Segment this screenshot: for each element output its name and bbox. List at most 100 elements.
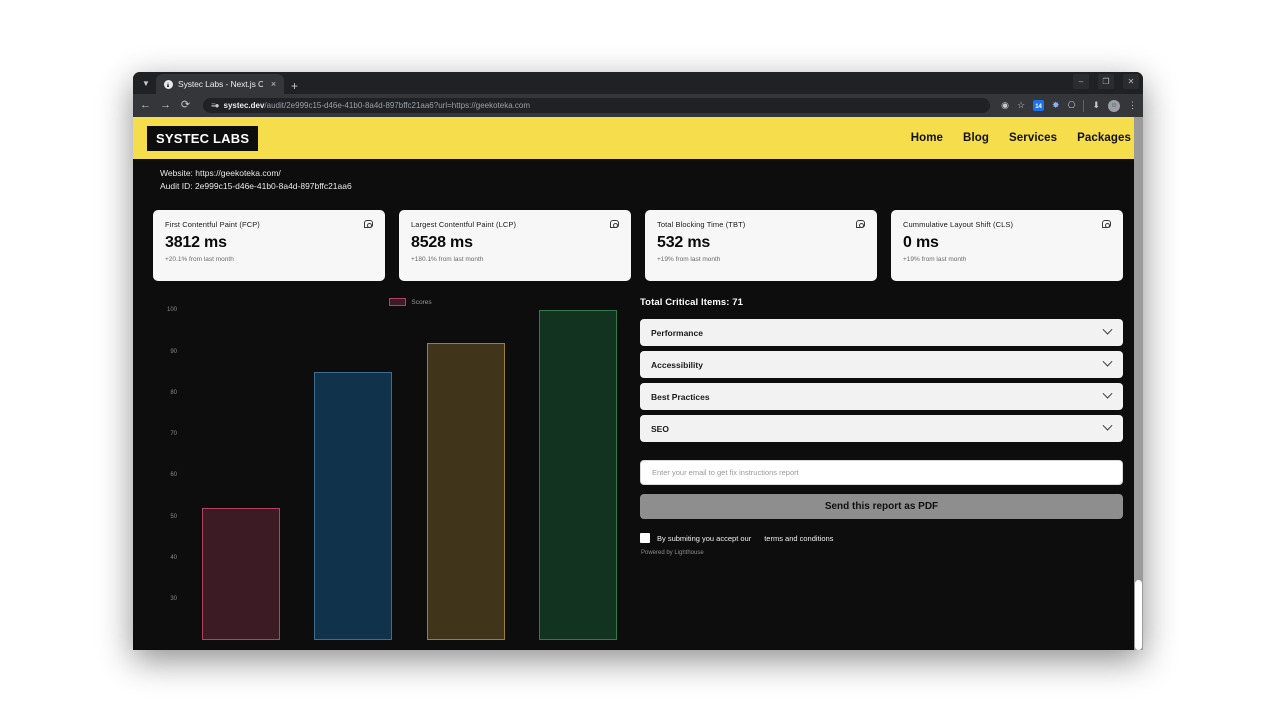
- accordion-best-practices[interactable]: Best Practices: [639, 383, 1123, 411]
- metric-delta: +19% from last month: [657, 256, 721, 264]
- forward-button[interactable]: →: [159, 100, 172, 111]
- nav-link-services[interactable]: Services: [1009, 132, 1057, 144]
- tab-strip: ▼ Systec Labs - Next.js Cus × + – ❐ ✕: [133, 72, 1143, 94]
- y-axis-tick: 100: [166, 307, 177, 314]
- chart-plot-area: 100 90 80 70 60 50 40 30: [147, 307, 634, 641]
- metric-card-tbt: Total Blocking Time (TBT) 532 ms +19% fr…: [645, 210, 877, 282]
- info-tooltip-icon[interactable]: [364, 220, 373, 229]
- metric-label: First Contentful Paint (FCP): [165, 220, 260, 230]
- tab-search-chevron-icon[interactable]: ▼: [136, 74, 156, 92]
- terms-and-conditions-link[interactable]: terms and conditions: [764, 534, 833, 543]
- y-axis-tick: 90: [170, 348, 177, 355]
- metric-label: Total Blocking Time (TBT): [657, 220, 746, 230]
- accordion-label: SEO: [650, 423, 669, 434]
- download-icon[interactable]: ⬇: [1092, 101, 1100, 110]
- toolbar-divider: [1083, 99, 1085, 112]
- profile-avatar-icon[interactable]: ☺: [1108, 99, 1120, 112]
- url-domain: systec.dev: [223, 101, 265, 110]
- send-report-pdf-button[interactable]: Send this report as PDF: [639, 494, 1123, 520]
- page-viewport: SYSTEC LABS Home Blog Services Packages …: [133, 117, 1143, 650]
- browser-tab[interactable]: Systec Labs - Next.js Cus ×: [156, 74, 284, 94]
- chevron-down-icon: [1102, 357, 1113, 367]
- chart-bars: [185, 310, 634, 641]
- browser-window: ▼ Systec Labs - Next.js Cus × + – ❐ ✕ ← …: [133, 72, 1143, 650]
- email-input[interactable]: [639, 460, 1123, 486]
- split-screen-icon[interactable]: ⎔: [1068, 101, 1076, 110]
- browser-toolbar: ← → ⟳ ≡● systec.dev/audit/2e999c15-d46e-…: [133, 94, 1143, 117]
- chart-bar[interactable]: [538, 310, 617, 641]
- tab-favicon-icon: [164, 79, 173, 89]
- metric-label: Cummulative Layout Shift (CLS): [903, 220, 1014, 230]
- metric-card-cls: Cummulative Layout Shift (CLS) 0 ms +19%…: [891, 210, 1123, 282]
- metric-cards: First Contentful Paint (FCP) 3812 ms +20…: [133, 193, 1143, 282]
- accordion-seo[interactable]: SEO: [639, 415, 1123, 443]
- accordion-label: Performance: [650, 327, 703, 338]
- chevron-down-icon: [1102, 389, 1113, 399]
- scores-bar-chart: Scores 100 90 80 70 60 50 40 30: [147, 295, 634, 641]
- metric-label: Largest Contentful Paint (LCP): [411, 220, 517, 230]
- metric-delta: +20.1% from last month: [165, 256, 234, 264]
- site-header: SYSTEC LABS Home Blog Services Packages: [133, 117, 1143, 159]
- address-bar[interactable]: ≡● systec.dev/audit/2e999c15-d46e-41b0-8…: [203, 98, 991, 113]
- site-settings-icon[interactable]: ≡●: [211, 101, 219, 110]
- audit-id-text: Audit ID: 2e999c15-d46e-41b0-8a4d-897bff…: [160, 181, 352, 192]
- chart-bar[interactable]: [314, 372, 393, 641]
- maximize-button[interactable]: ❐: [1098, 74, 1114, 89]
- main-content: Scores 100 90 80 70 60 50 40 30 Total Critical …: [133, 281, 1143, 641]
- url-path: /audit/2e999c15-d46e-41b0-8a4d-897bffc21…: [264, 101, 531, 110]
- window-controls: – ❐ ✕: [1073, 74, 1139, 89]
- metric-delta: +19% from last month: [903, 256, 967, 264]
- eye-off-icon[interactable]: ◉: [1001, 101, 1009, 110]
- nav-link-home[interactable]: Home: [911, 132, 943, 144]
- y-axis-tick: 60: [170, 472, 177, 479]
- info-tooltip-icon[interactable]: [610, 220, 619, 229]
- y-axis-tick: 70: [170, 431, 177, 438]
- metric-value: 8528 ms: [411, 234, 473, 252]
- website-url-text: Website: https://geekoteka.com/: [160, 168, 281, 178]
- bookmark-star-icon[interactable]: ☆: [1017, 101, 1025, 110]
- nav-link-blog[interactable]: Blog: [963, 132, 989, 144]
- chart-bar[interactable]: [426, 343, 505, 641]
- metric-value: 0 ms: [903, 234, 939, 252]
- back-button[interactable]: ←: [139, 100, 152, 111]
- metric-value: 3812 ms: [165, 234, 227, 252]
- accordion-label: Accessibility: [650, 359, 703, 370]
- tab-title: Systec Labs - Next.js Cus: [178, 79, 263, 89]
- calendar-extension-icon[interactable]: 14: [1033, 100, 1045, 111]
- y-axis-tick: 30: [170, 596, 177, 603]
- legend-swatch-scores: [389, 298, 407, 307]
- accordion-accessibility[interactable]: Accessibility: [639, 351, 1123, 379]
- site-logo[interactable]: SYSTEC LABS: [147, 125, 259, 151]
- tab-close-icon[interactable]: ×: [268, 79, 279, 89]
- page-scrollbar[interactable]: [1134, 117, 1143, 650]
- chevron-down-icon: [1102, 325, 1113, 335]
- chevron-down-icon: [1102, 421, 1113, 431]
- close-window-button[interactable]: ✕: [1123, 74, 1139, 89]
- y-axis-tick: 40: [170, 554, 177, 561]
- legend-label-scores: Scores: [411, 298, 432, 306]
- metric-card-fcp: First Contentful Paint (FCP) 3812 ms +20…: [153, 210, 385, 282]
- reload-button[interactable]: ⟳: [179, 100, 192, 111]
- terms-checkbox[interactable]: [639, 533, 650, 544]
- metric-card-lcp: Largest Contentful Paint (LCP) 8528 ms +…: [399, 210, 631, 282]
- audit-meta: Website: https://geekoteka.com/ Audit ID…: [133, 159, 1143, 193]
- total-critical-items: Total Critical Items: 71: [639, 297, 744, 309]
- new-tab-button[interactable]: +: [291, 80, 298, 92]
- chart-y-axis: 100 90 80 70 60 50 40 30: [147, 307, 181, 640]
- accordion-label: Best Practices: [650, 391, 710, 402]
- site-navigation: Home Blog Services Packages: [911, 132, 1131, 144]
- chart-legend: Scores: [187, 295, 634, 309]
- terms-text: By submiting you accept our: [656, 533, 752, 543]
- accordion-performance[interactable]: Performance: [639, 319, 1123, 347]
- minimize-button[interactable]: –: [1073, 74, 1089, 89]
- nav-link-packages[interactable]: Packages: [1077, 132, 1131, 144]
- chrome-menu-icon[interactable]: ⋮: [1128, 101, 1137, 110]
- terms-acceptance-row: By submiting you accept our terms and co…: [639, 533, 1123, 544]
- chart-bar[interactable]: [202, 508, 281, 641]
- info-tooltip-icon[interactable]: [856, 220, 865, 229]
- puzzle-extensions-icon[interactable]: ✸: [1052, 101, 1060, 110]
- info-tooltip-icon[interactable]: [1102, 220, 1111, 229]
- y-axis-tick: 50: [170, 513, 177, 520]
- metric-value: 532 ms: [657, 234, 711, 252]
- scrollbar-thumb[interactable]: [1135, 580, 1142, 650]
